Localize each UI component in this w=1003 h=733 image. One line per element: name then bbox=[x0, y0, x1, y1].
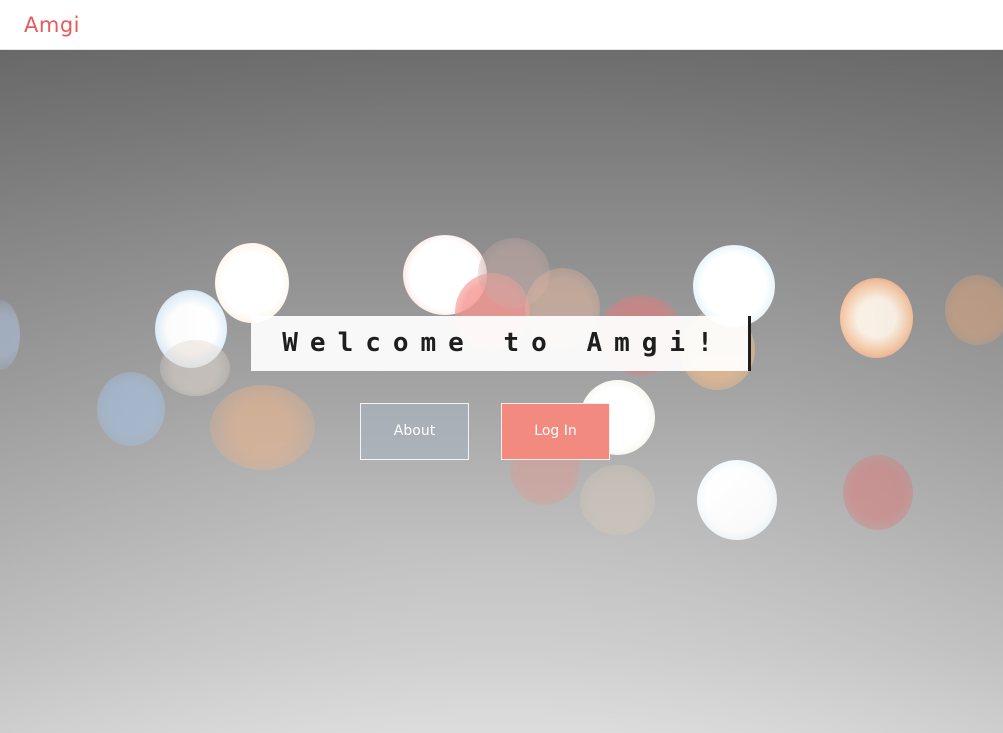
about-button[interactable]: About bbox=[360, 403, 469, 460]
top-navbar: Amgi bbox=[0, 0, 1003, 50]
login-button[interactable]: Log In bbox=[501, 403, 610, 460]
brand-logo-link[interactable]: Amgi bbox=[24, 10, 80, 40]
welcome-banner: Welcome to Amgi! bbox=[251, 316, 751, 371]
welcome-heading: Welcome to Amgi! bbox=[282, 328, 725, 358]
hero-section: Welcome to Amgi! About Log In bbox=[0, 50, 1003, 733]
hero-vignette bbox=[0, 50, 1003, 733]
